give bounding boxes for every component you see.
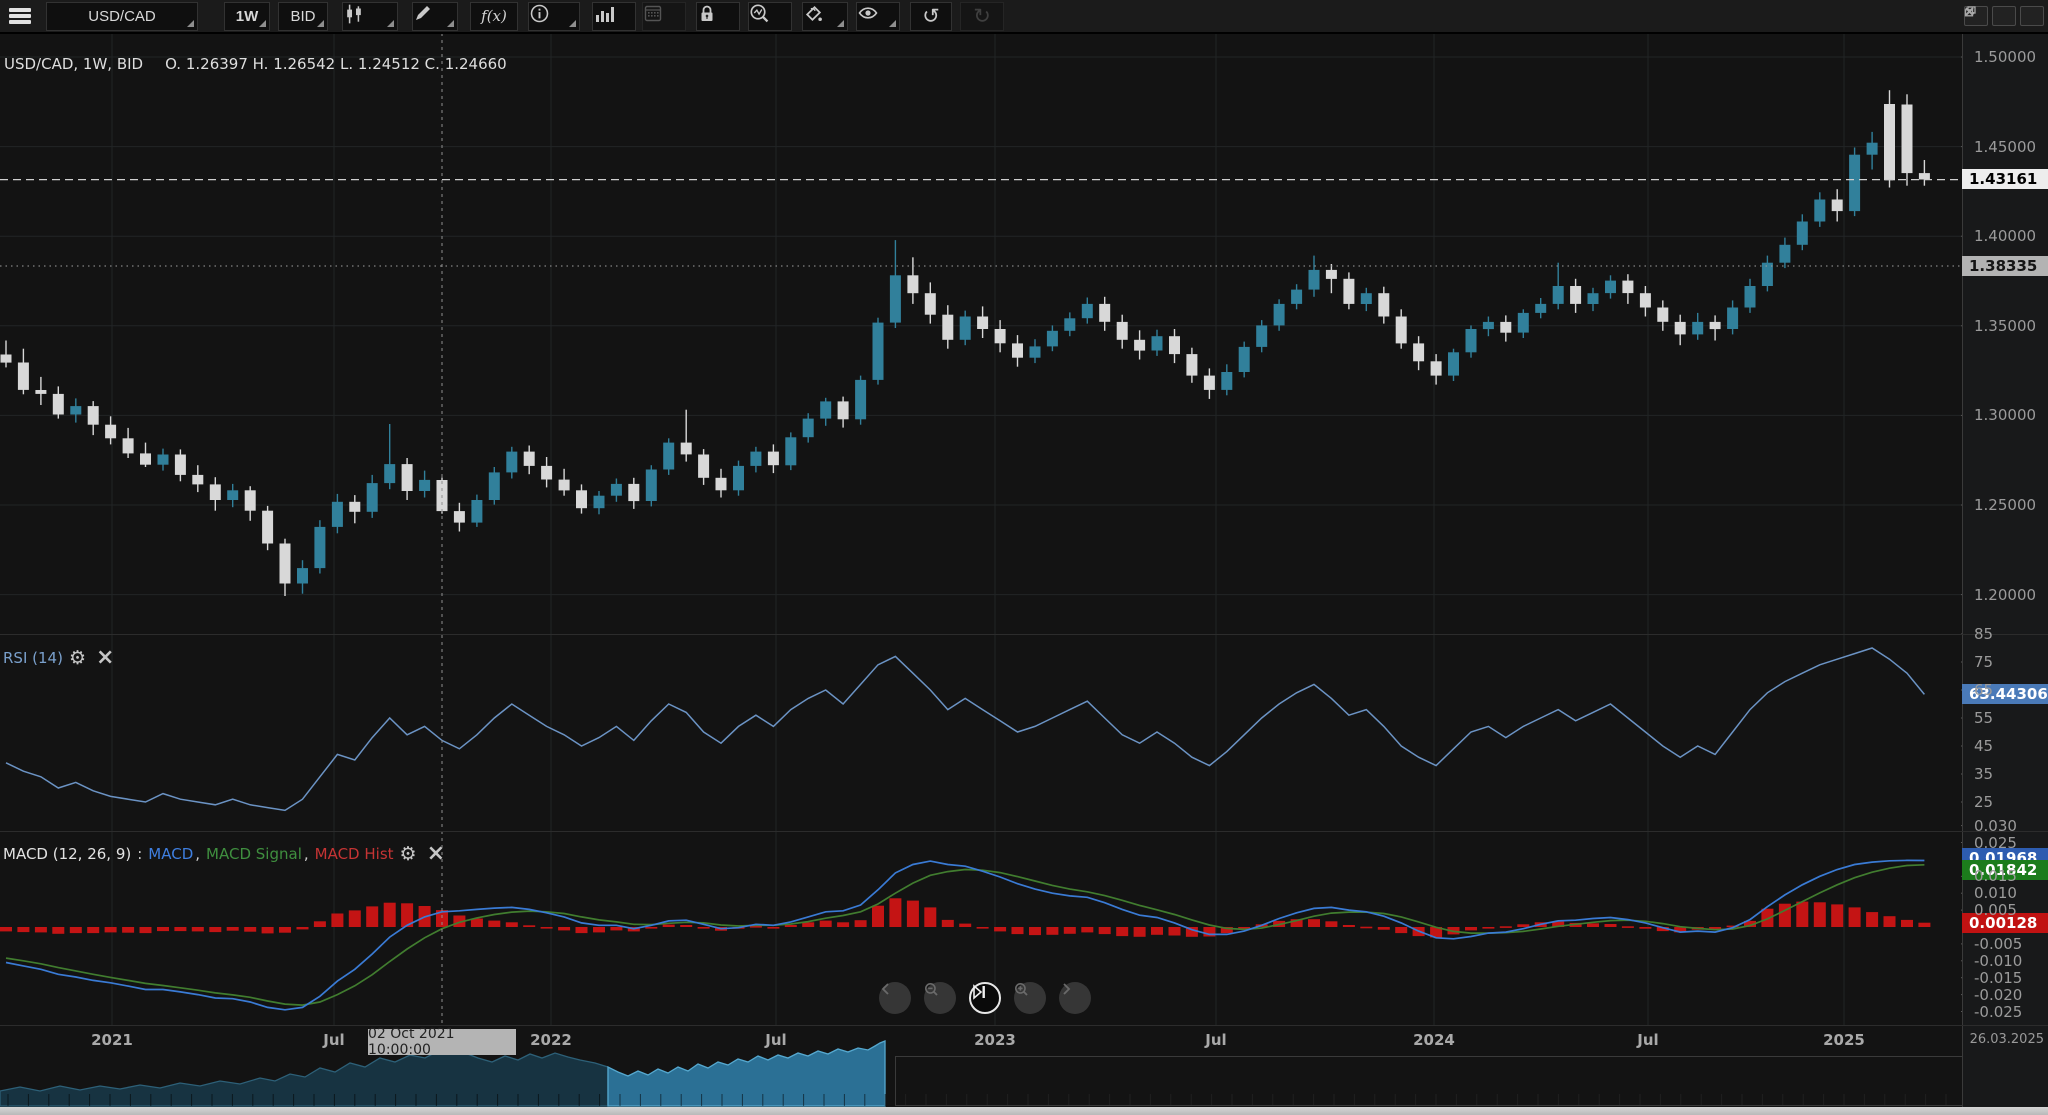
macd-tick-label: 0.015 xyxy=(1974,867,2017,885)
rsi-tick-label: 25 xyxy=(1974,793,1993,811)
zoom-out-button[interactable] xyxy=(924,982,956,1014)
legend-symbol: USD/CAD, 1W, BID xyxy=(4,55,143,73)
time-tick-label: Jul xyxy=(323,1031,344,1049)
rsi-tick-label: 35 xyxy=(1974,765,1993,783)
price-tick-label: 1.35000 xyxy=(1974,317,2036,335)
rsi-tick-label: 55 xyxy=(1974,709,1993,727)
macd-line-label: MACD xyxy=(148,845,193,863)
last-price-label: 1.43161 xyxy=(1962,169,2048,189)
macd-header: MACD (12, 26, 9) : MACD, MACD Signal, MA… xyxy=(3,843,445,865)
macd-settings-icon[interactable]: ⚙ xyxy=(400,845,417,864)
rsi-panel-separator xyxy=(0,634,2048,635)
macd-tick-label: -0.005 xyxy=(1974,935,2022,953)
macd-tick-label: 0.005 xyxy=(1974,901,2017,919)
time-tick-label: 2023 xyxy=(974,1031,1016,1049)
macd-tick-label: 0.025 xyxy=(1974,834,2017,852)
price-tick-label: 1.20000 xyxy=(1974,586,2036,604)
legend-ohlc: O. 1.26397 H. 1.26542 L. 1.24512 C. 1.24… xyxy=(165,55,507,73)
comma: , xyxy=(195,845,200,863)
macd-title: MACD (12, 26, 9) xyxy=(3,845,131,863)
macd-tick-label: -0.010 xyxy=(1974,952,2022,970)
time-tick-label: Jul xyxy=(765,1031,786,1049)
zoom-out-icon xyxy=(924,982,939,997)
time-tick-label: Jul xyxy=(1637,1031,1658,1049)
time-tick-label: Jul xyxy=(1205,1031,1226,1049)
price-tick-label: 1.50000 xyxy=(1974,48,2036,66)
rsi-tick-label: 45 xyxy=(1974,737,1993,755)
price-tick-label: 1.45000 xyxy=(1974,138,2036,156)
price-tick-label: 1.30000 xyxy=(1974,406,2036,424)
step-forward-button[interactable] xyxy=(1059,982,1091,1014)
rsi-tick-label: 75 xyxy=(1974,653,1993,671)
zoom-in-button[interactable] xyxy=(1014,982,1046,1014)
zoom-in-icon xyxy=(1014,982,1029,997)
chart-legend: USD/CAD, 1W, BID O. 1.26397 H. 1.26542 L.… xyxy=(4,55,507,73)
crosshair-price-label: 1.38335 xyxy=(1962,256,2048,276)
time-tick-label: 2022 xyxy=(530,1031,572,1049)
step-back-button[interactable] xyxy=(879,982,911,1014)
macd-colon: : xyxy=(137,845,142,863)
macd-close-icon[interactable]: × xyxy=(427,843,445,865)
rsi-header: RSI (14) ⚙ × xyxy=(3,647,114,669)
arrow-right-icon xyxy=(1059,982,1073,996)
macd-tick-label: -0.020 xyxy=(1974,986,2022,1004)
macd-tick-label: 0.030 xyxy=(1974,817,2017,835)
rsi-tick-label: 85 xyxy=(1974,625,1993,643)
trading-chart-window: USD/CAD 1W BID f(x) xyxy=(0,0,2048,1115)
macd-tick-label: -0.015 xyxy=(1974,969,2022,987)
macd-panel-separator xyxy=(0,831,2048,832)
macd-signal-label: MACD Signal xyxy=(206,845,302,863)
navigator[interactable] xyxy=(0,1056,2048,1107)
comma: , xyxy=(304,845,309,863)
chart-canvas[interactable] xyxy=(0,0,2048,1115)
macd-hist-label: MACD Hist xyxy=(315,845,394,863)
arrow-left-icon xyxy=(879,982,893,996)
play-to-end-icon xyxy=(971,984,987,1000)
time-tick-label: 2024 xyxy=(1413,1031,1455,1049)
rsi-tick-label: 65 xyxy=(1974,681,1993,699)
axis-current-date: 26.03.2025 xyxy=(1962,1032,2044,1047)
macd-tick-label: 0.010 xyxy=(1974,884,2017,902)
rsi-close-icon[interactable]: × xyxy=(96,647,114,669)
time-tick-label: 2021 xyxy=(91,1031,133,1049)
go-to-end-button[interactable] xyxy=(969,982,1001,1014)
rsi-title: RSI (14) xyxy=(3,649,63,667)
macd-tick-label: -0.025 xyxy=(1974,1003,2022,1021)
price-tick-label: 1.25000 xyxy=(1974,496,2036,514)
price-tick-label: 1.40000 xyxy=(1974,227,2036,245)
time-tick-label: 2025 xyxy=(1823,1031,1865,1049)
crosshair-time-label: 02 Oct 2021 10:00:00 xyxy=(368,1029,516,1055)
rsi-settings-icon[interactable]: ⚙ xyxy=(69,649,86,668)
toolbar-separator xyxy=(0,33,2048,34)
horizontal-scrollbar[interactable] xyxy=(0,1107,2048,1115)
